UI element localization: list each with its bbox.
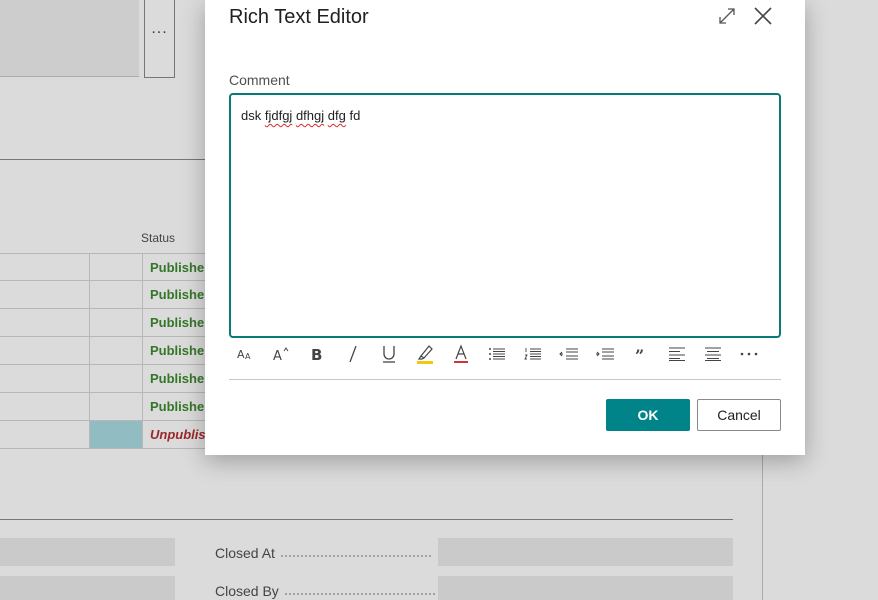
font-size-icon[interactable]: AA xyxy=(233,340,257,368)
editor-word-misspelled: fjdfgj xyxy=(264,108,293,123)
increase-indent-icon[interactable] xyxy=(593,340,617,368)
bold-icon[interactable]: B xyxy=(305,340,329,368)
highlight-icon[interactable] xyxy=(413,340,437,368)
italic-icon[interactable] xyxy=(341,340,365,368)
cancel-button[interactable]: Cancel xyxy=(697,399,781,431)
numbered-list-icon[interactable] xyxy=(521,340,545,368)
font-superscript-icon[interactable]: A xyxy=(269,340,293,368)
dialog-title: Rich Text Editor xyxy=(229,6,369,28)
svg-text:A: A xyxy=(245,352,251,361)
editor-word-misspelled: dfhgj xyxy=(295,108,325,123)
svg-text:”: ” xyxy=(635,347,644,361)
formatting-toolbar: AA A B ” xyxy=(233,340,779,368)
svg-text:A: A xyxy=(237,348,245,361)
decrease-indent-icon[interactable] xyxy=(557,340,581,368)
ok-button[interactable]: OK xyxy=(606,399,690,431)
editor-word: fd xyxy=(349,108,361,123)
editor-word: dsk xyxy=(241,108,262,123)
font-color-icon[interactable] xyxy=(449,340,473,368)
svg-text:B: B xyxy=(311,346,322,362)
more-options-icon[interactable] xyxy=(737,340,761,368)
comment-editor[interactable]: dsk fjdfgj dfhgj dfg fd xyxy=(229,93,781,338)
close-icon[interactable] xyxy=(752,5,774,27)
align-left-icon[interactable] xyxy=(665,340,689,368)
underline-icon[interactable] xyxy=(377,340,401,368)
expand-icon[interactable] xyxy=(717,6,737,26)
comment-label: Comment xyxy=(229,72,290,88)
quote-icon[interactable]: ” xyxy=(629,340,653,368)
rich-text-editor-dialog: Rich Text Editor Comment dsk fjdfgj dfhg… xyxy=(205,0,805,455)
dialog-separator xyxy=(229,379,781,380)
bullet-list-icon[interactable] xyxy=(485,340,509,368)
align-center-icon[interactable] xyxy=(701,340,725,368)
editor-word-misspelled: dfg xyxy=(327,108,346,123)
svg-text:A: A xyxy=(273,349,282,362)
